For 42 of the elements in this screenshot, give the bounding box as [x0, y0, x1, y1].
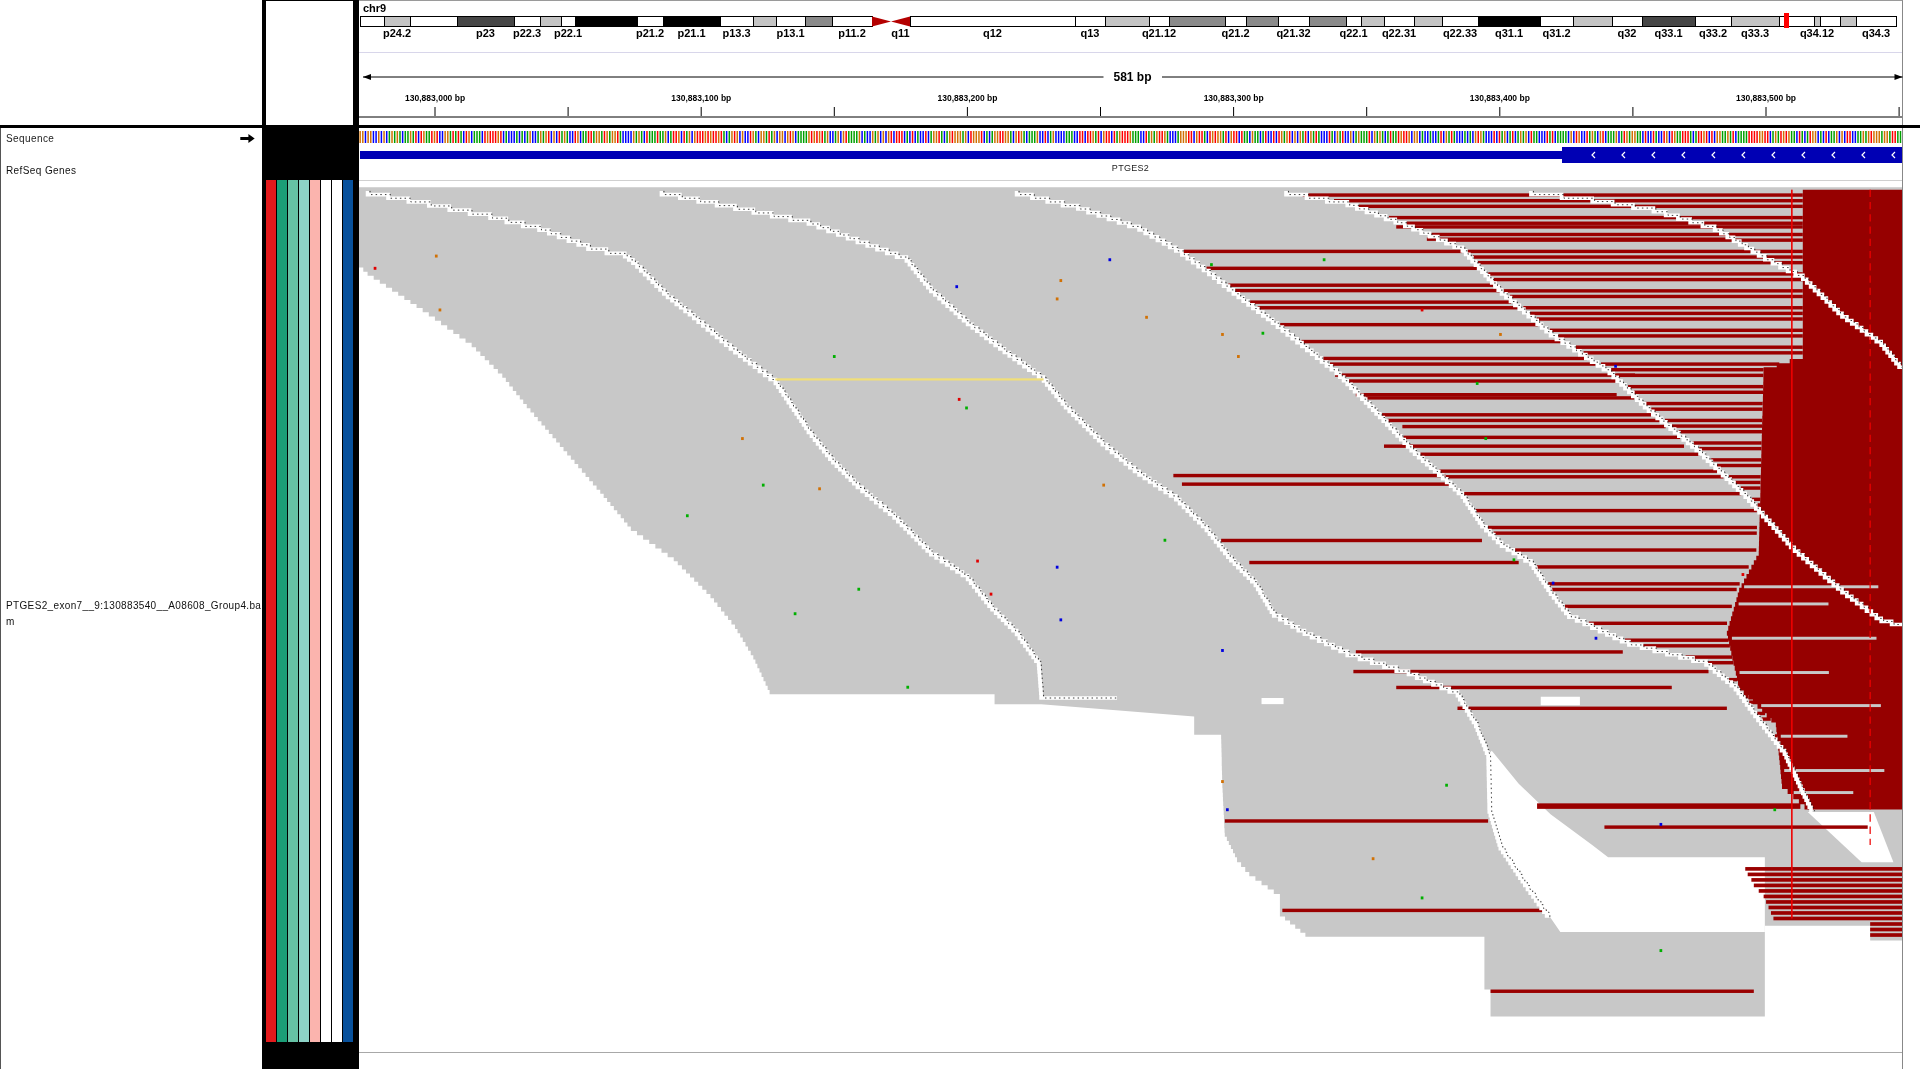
- band-label: p24.2: [382, 27, 412, 39]
- chromosome-label[interactable]: chr9: [363, 2, 387, 14]
- tick-label: 130,883,500 bp: [1736, 93, 1797, 103]
- tick-label: 130,883,200 bp: [937, 93, 998, 103]
- band-label: p21.1: [677, 27, 706, 39]
- track-name[interactable]: RefSeq Genes: [6, 165, 77, 176]
- locus-marker-icon[interactable]: [1784, 13, 1789, 28]
- tick-label: 130,883,100 bp: [671, 93, 732, 103]
- tick-label: 130,883,300 bp: [1203, 93, 1264, 103]
- band-label: p23: [476, 27, 495, 39]
- gene-model[interactable]: [359, 147, 1902, 163]
- band-label: q33.2: [1698, 27, 1728, 39]
- band-label: p11.2: [838, 27, 866, 39]
- band-label: q31.2: [1542, 27, 1571, 39]
- tick-label: 130,883,400 bp: [1469, 93, 1530, 103]
- band-label: p13.3: [722, 27, 751, 39]
- band-label: p22.1: [553, 27, 583, 39]
- span-label: 581 bp: [1112, 70, 1153, 84]
- band-label: p22.3: [512, 27, 542, 39]
- track-name[interactable]: Sequence: [6, 132, 55, 145]
- band-label: q34.12: [1799, 27, 1835, 39]
- gene-label: PTGES2: [1111, 163, 1150, 173]
- band-label: q31.1: [1494, 27, 1524, 39]
- arrow-right-icon[interactable]: [240, 134, 255, 143]
- band-label: p21.2: [635, 27, 665, 39]
- band-label: q12: [983, 27, 1002, 39]
- track-name[interactable]: PTGES2_exon7__9:130883540__A08608_Group4.bam: [6, 597, 262, 630]
- band-label: q21.12: [1141, 27, 1177, 39]
- chromosome-ideogram[interactable]: [360, 16, 1897, 27]
- band-label: q34.3: [1861, 27, 1891, 39]
- band-label: q22.31: [1381, 27, 1417, 39]
- band-label: q22.1: [1339, 27, 1368, 39]
- band-label: q13: [1080, 27, 1100, 39]
- band-label: q21.32: [1276, 27, 1311, 39]
- band-label: q21.2: [1221, 27, 1250, 39]
- band-label: p13.1: [776, 27, 805, 39]
- band-label: q32: [1617, 27, 1637, 39]
- band-label: q22.33: [1442, 27, 1478, 39]
- band-label: q11: [891, 27, 910, 39]
- band-label: q33.1: [1654, 27, 1683, 39]
- tick-label: 130,883,000 bp: [405, 93, 466, 103]
- band-label: q33.3: [1740, 27, 1770, 39]
